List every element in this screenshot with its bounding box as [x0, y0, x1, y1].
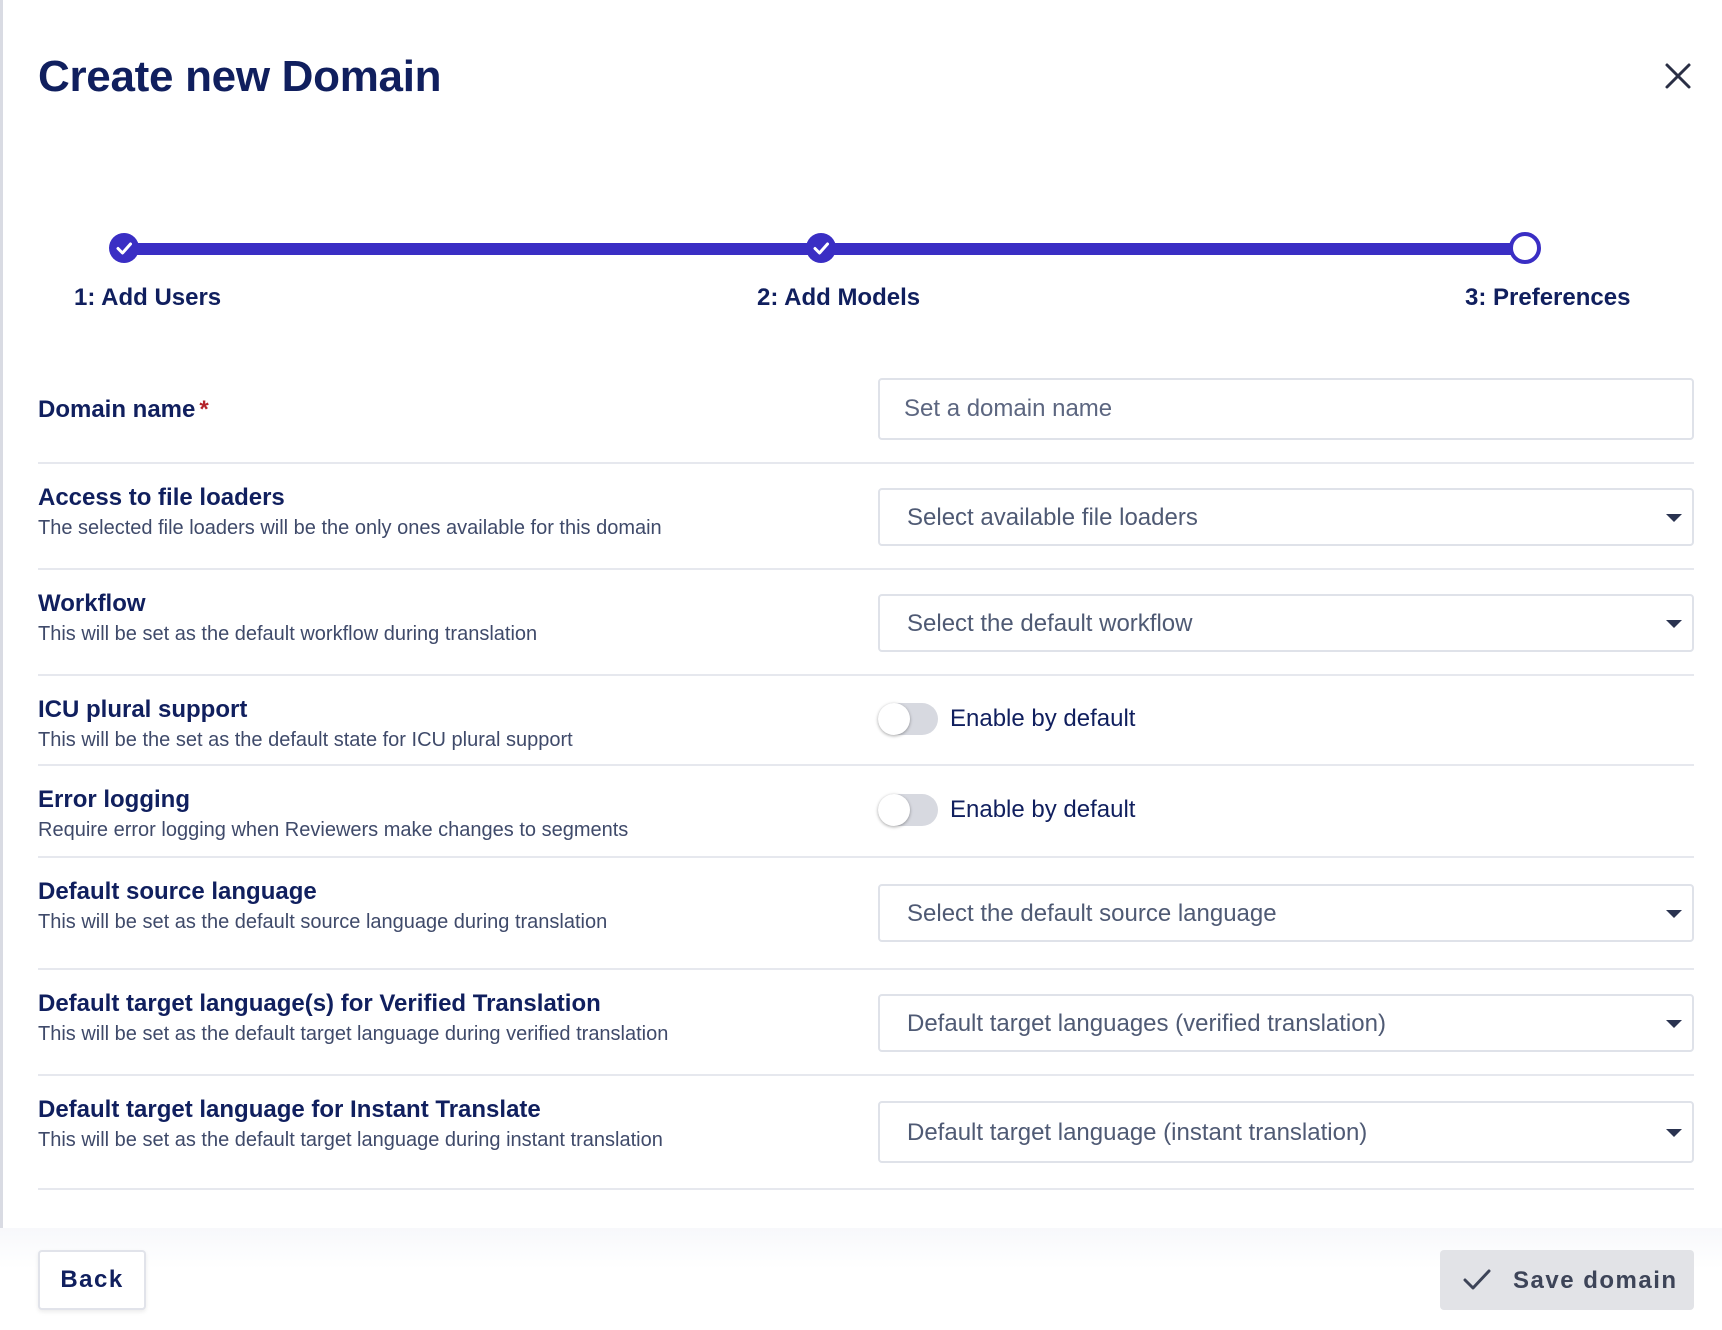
chevron-down-icon — [1666, 620, 1682, 628]
error-logging-label: Error logging — [38, 786, 190, 813]
checkmark-icon — [813, 242, 829, 255]
domain-name-label-text: Domain name — [38, 396, 196, 423]
step-3-indicator[interactable] — [1509, 232, 1541, 264]
file-loaders-description: The selected file loaders will be the on… — [38, 517, 662, 539]
domain-name-label: Domain name * — [38, 396, 209, 424]
error-logging-description: Require error logging when Reviewers mak… — [38, 819, 629, 841]
required-marker: * — [199, 396, 209, 423]
chevron-down-icon — [1666, 514, 1682, 522]
source-language-select[interactable]: Select the default source language — [878, 884, 1694, 942]
verified-target-label: Default target language(s) for Verified … — [38, 990, 601, 1017]
instant-target-select[interactable]: Default target language (instant transla… — [878, 1101, 1694, 1163]
toggle-knob — [878, 794, 910, 826]
back-button[interactable]: Back — [38, 1250, 146, 1310]
step-1-indicator[interactable] — [109, 233, 139, 263]
dialog-title: Create new Domain — [38, 52, 442, 101]
close-icon — [1665, 63, 1691, 89]
verified-target-select[interactable]: Default target languages (verified trans… — [878, 994, 1694, 1052]
workflow-row: Workflow This will be set as the default… — [38, 570, 1694, 676]
verified-target-row: Default target language(s) for Verified … — [38, 970, 1694, 1076]
icu-plural-description: This will be the set as the default stat… — [38, 729, 573, 751]
file-loaders-label: Access to file loaders — [38, 484, 285, 511]
error-logging-toggle[interactable] — [878, 794, 938, 826]
checkmark-icon — [116, 242, 132, 255]
toggle-knob — [878, 703, 910, 735]
domain-name-input[interactable] — [878, 378, 1694, 440]
error-logging-row: Error logging Require error logging when… — [38, 766, 1694, 858]
verified-target-select-value: Default target languages (verified trans… — [907, 1010, 1386, 1037]
file-loaders-row: Access to file loaders The selected file… — [38, 464, 1694, 570]
domain-name-row: Domain name * — [38, 376, 1694, 464]
step-2-label[interactable]: 2: Add Models — [757, 284, 920, 312]
icu-plural-row: ICU plural support This will be the set … — [38, 676, 1694, 766]
save-domain-button[interactable]: Save domain — [1440, 1250, 1694, 1310]
dialog-left-border — [0, 0, 3, 1330]
source-language-select-value: Select the default source language — [907, 900, 1277, 927]
instant-target-label: Default target language for Instant Tran… — [38, 1096, 541, 1123]
chevron-down-icon — [1666, 910, 1682, 918]
create-domain-dialog: Create new Domain 1: Add Users 2: Add Mo… — [0, 0, 1722, 1330]
source-language-row: Default source language This will be set… — [38, 858, 1694, 970]
file-loaders-select-value: Select available file loaders — [907, 504, 1198, 531]
chevron-down-icon — [1666, 1129, 1682, 1137]
progress-stepper: 1: Add Users 2: Add Models 3: Preference… — [0, 220, 1722, 320]
workflow-label: Workflow — [38, 590, 146, 617]
icu-plural-toggle-label: Enable by default — [950, 705, 1136, 732]
source-language-description: This will be set as the default source l… — [38, 911, 608, 933]
instant-target-select-value: Default target language (instant transla… — [907, 1119, 1368, 1146]
close-button[interactable] — [1660, 58, 1696, 94]
workflow-select-value: Select the default workflow — [907, 610, 1193, 637]
workflow-description: This will be set as the default workflow… — [38, 623, 538, 645]
instant-target-row: Default target language for Instant Tran… — [38, 1076, 1694, 1190]
file-loaders-select[interactable]: Select available file loaders — [878, 488, 1694, 546]
chevron-down-icon — [1666, 1020, 1682, 1028]
step-1-label[interactable]: 1: Add Users — [74, 284, 221, 312]
workflow-select[interactable]: Select the default workflow — [878, 594, 1694, 652]
source-language-label: Default source language — [38, 878, 317, 905]
checkmark-icon — [1463, 1269, 1491, 1290]
save-domain-label: Save domain — [1513, 1267, 1678, 1294]
step-3-label[interactable]: 3: Preferences — [1465, 284, 1630, 312]
icu-plural-toggle[interactable] — [878, 703, 938, 735]
error-logging-toggle-label: Enable by default — [950, 796, 1136, 823]
step-2-indicator[interactable] — [806, 233, 836, 263]
instant-target-description: This will be set as the default target l… — [38, 1129, 663, 1151]
icu-plural-label: ICU plural support — [38, 696, 248, 723]
verified-target-description: This will be set as the default target l… — [38, 1023, 669, 1045]
